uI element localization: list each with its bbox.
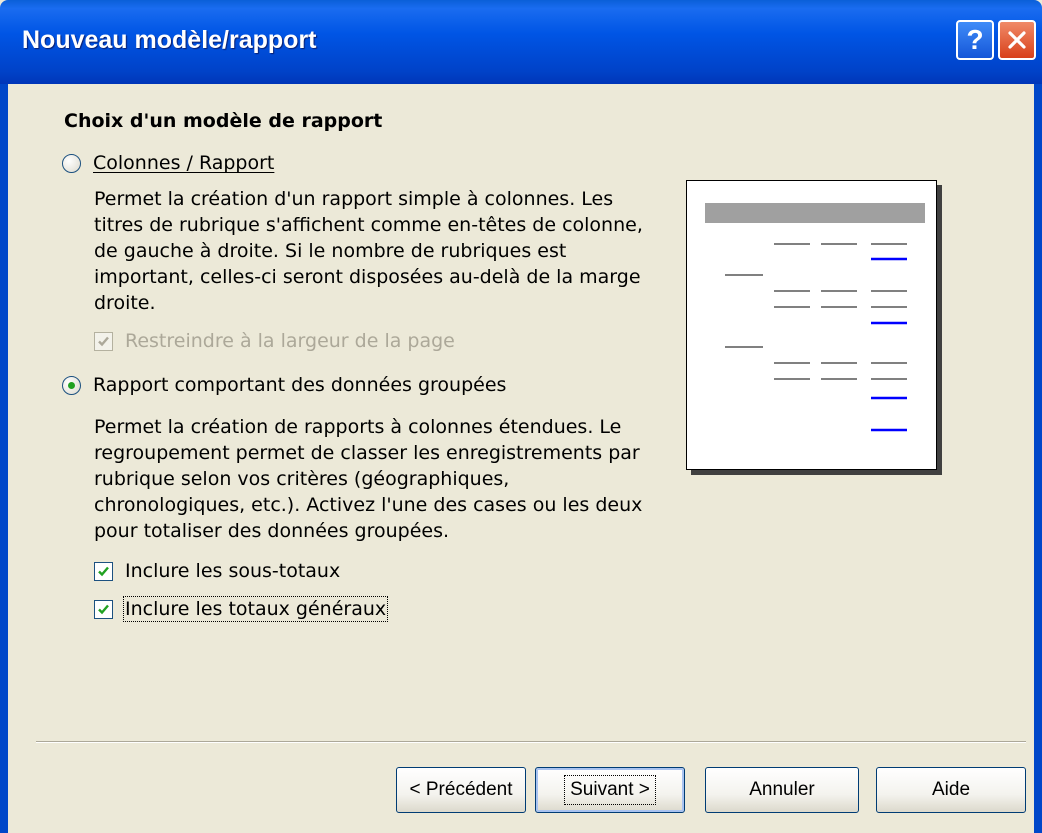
checkmark-icon (98, 336, 109, 346)
help-dialog-button[interactable]: Aide (876, 767, 1026, 813)
help-icon: ? (966, 24, 984, 55)
help-button[interactable]: ? (956, 20, 994, 60)
checkbox[interactable] (94, 599, 113, 619)
checkbox-totaux-generaux[interactable]: Inclure les totaux généraux (94, 596, 389, 622)
checkbox[interactable] (94, 561, 113, 581)
checkbox-label: Inclure les totaux généraux (122, 596, 389, 622)
checkbox-label: Inclure les sous-totaux (125, 560, 341, 582)
radio-label: Rapport comportant des données groupées (93, 374, 507, 396)
next-button[interactable]: Suivant > (535, 767, 685, 813)
radio-selected-dot (68, 381, 75, 389)
option-description: Permet la création d'un rapport simple à… (94, 188, 643, 314)
close-icon (1008, 31, 1026, 49)
section-title: Choix d'un modèle de rapport (64, 110, 383, 132)
radio-colonnes-rapport[interactable]: Colonnes / Rapport (62, 152, 274, 174)
checkbox-sous-totaux[interactable]: Inclure les sous-totaux (94, 560, 340, 582)
checkbox-label: Restreindre à la largeur de la page (125, 330, 455, 352)
option-description: Permet la création de rapports à colonne… (94, 416, 643, 542)
close-button[interactable] (998, 20, 1036, 60)
window-frame-right (1034, 84, 1042, 833)
checkbox[interactable] (94, 331, 113, 351)
title-bar[interactable]: Nouveau modèle/rapport ? (0, 0, 1042, 84)
window-frame-left (0, 84, 8, 833)
radio-button[interactable] (62, 153, 81, 173)
report-preview-image (686, 180, 937, 470)
checkmark-icon (98, 604, 109, 614)
radio-button[interactable] (62, 375, 81, 395)
window-title: Nouveau modèle/rapport (22, 26, 317, 54)
cancel-button[interactable]: Annuler (705, 767, 859, 813)
checkbox-restreindre-largeur[interactable]: Restreindre à la largeur de la page (94, 330, 455, 352)
radio-donnees-groupees[interactable]: Rapport comportant des données groupées (62, 374, 506, 396)
radio-label: Colonnes / Rapport (93, 152, 275, 174)
button-separator (36, 741, 1026, 743)
back-button[interactable]: < Précédent (396, 767, 526, 813)
next-button-label: Suivant > (564, 775, 656, 805)
report-preview-graphic (705, 203, 925, 432)
checkmark-icon (98, 566, 109, 576)
